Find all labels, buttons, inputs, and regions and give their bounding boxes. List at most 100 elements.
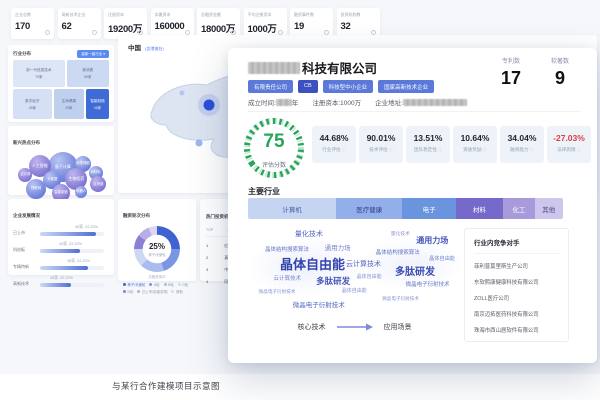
bubble[interactable]: 区块链 — [90, 176, 106, 192]
growth-bar-track — [40, 283, 104, 287]
enterprise-growth-panel: 企业发展情况 已上市 45家, 22.22% 科创板 40家, 22.22% 专… — [8, 199, 114, 275]
metric-value: 90.01% — [359, 133, 403, 143]
donut-chart: 25% 种子/天使轮 — [134, 226, 180, 272]
info-icon[interactable]: ⓘ — [389, 147, 393, 153]
redacted-address — [403, 99, 467, 106]
info-icon[interactable]: ⓘ — [577, 147, 581, 153]
metric-label: 融资能力 ⓘ — [500, 147, 544, 153]
bubble[interactable]: 物联网 — [26, 179, 46, 199]
industry-segment[interactable]: 其他 — [535, 198, 563, 219]
arrow-right-icon — [336, 323, 374, 331]
legend-item: 种子/天使轮 — [123, 282, 145, 287]
stat-value: 32 — [341, 21, 376, 32]
treemap-block[interactable]: 智能制造 11家 — [86, 89, 109, 119]
growth-bar-fill — [40, 249, 80, 253]
cloud-word: 晶体自由能 — [280, 258, 345, 271]
industry-segment[interactable]: 医疗健康 — [336, 198, 402, 219]
treemap-count: 29家 — [65, 105, 72, 110]
metric-box: 13.51% 团队稳定性 ⓘ — [406, 126, 450, 163]
stat-label: 高新技术企业 — [62, 12, 97, 18]
competitor-item[interactable]: ZOLL医疗公司 — [474, 294, 559, 302]
map-scope-link[interactable]: (含港澳台) — [145, 46, 164, 52]
map-dot-minor[interactable] — [180, 91, 185, 96]
info-icon[interactable]: ⓘ — [530, 147, 534, 153]
legend-dot-icon — [137, 290, 140, 293]
legend-item: B轮 — [164, 282, 174, 287]
competitor-item[interactable]: 南京迈拓医药科技有限公司 — [474, 310, 559, 318]
industry-level-dropdown[interactable]: 高新一级行业 ▾ — [77, 50, 109, 58]
treemap-block[interactable]: 生命健康 29家 — [54, 89, 84, 119]
cloud-word: 晶体自由能 — [342, 289, 367, 294]
bubble[interactable]: 机器人 — [75, 186, 87, 198]
map-dot-minor[interactable] — [196, 140, 203, 147]
redacted-year — [276, 99, 292, 106]
competitor-item[interactable]: 东软熙康健康科技有限公司 — [474, 278, 559, 286]
investor-rank: 3 — [206, 267, 208, 273]
legend-item: C轮 — [178, 282, 188, 287]
funding-rounds-panel: 融资轮次分布 25% 种子/天使轮 总融资事件 种子/天使轮 A轮 B轮 C轮 … — [118, 199, 196, 281]
competitor-item[interactable]: 珠海市西山居软件有限公司 — [474, 326, 559, 334]
treemap-row: 数字经济 45家 生命健康 29家 智能制造 11家 — [13, 89, 109, 119]
treemap-label: 生命健康 — [62, 99, 76, 104]
treemap-count: 45家 — [29, 105, 36, 110]
metric-boxes: 44.68% 行业评估 ⓘ 90.01% 技术评估 ⓘ 13.51% 团队稳定性… — [312, 126, 591, 163]
metric-box: 10.64% 资质奖励 ⓘ — [453, 126, 497, 163]
score-label: 评估分数 — [242, 160, 306, 169]
legend-item: D轮 — [123, 289, 133, 294]
info-icon[interactable]: ⓘ — [483, 147, 487, 153]
info-icon[interactable]: ⓘ — [438, 147, 442, 153]
competitor-item[interactable]: 菲利普莫里斯生产公司 — [474, 262, 559, 270]
company-info-row: 成立时间:年 注册资本:1000万 企业地址: — [248, 97, 467, 107]
capital-text: 注册资本:1000万 — [312, 97, 361, 107]
donut-axis-label: 总融资事件 — [123, 274, 191, 279]
legend-dot-icon — [123, 290, 126, 293]
legend-dot-icon — [178, 283, 181, 286]
donut-center-label: 种子/天使轮 — [149, 252, 166, 257]
industry-segment[interactable]: 电子 — [402, 198, 456, 219]
treemap-block[interactable]: 新消费 60家 — [67, 60, 109, 87]
industry-segment[interactable]: 化工 — [503, 198, 535, 219]
growth-bar-value: 26家, 22.22% — [37, 276, 73, 281]
cloud-word: 晶体结构搜索算法 — [376, 251, 420, 257]
treemap-label: 数字经济 — [25, 99, 39, 104]
investor-rank: 4 — [206, 279, 208, 285]
donut-center-value: 25% — [149, 242, 165, 251]
cloud-word: 量化技术 — [391, 233, 410, 238]
metric-value: 44.68% — [312, 133, 356, 143]
treemap-block[interactable]: 数字经济 45家 — [13, 89, 52, 119]
caption: 与某行合作建模项目示意图 — [112, 380, 220, 392]
investor-rank: 1 — [206, 243, 208, 249]
treemap-row: 新一代信息技术 70家 新消费 60家 — [13, 60, 109, 87]
treemap-block[interactable]: 新一代信息技术 70家 — [13, 60, 65, 87]
metric-value: 10.64% — [453, 133, 497, 143]
info-icon[interactable]: ⓘ — [342, 147, 346, 153]
bar-chart: 已上市 45家, 22.22% 科创板 40家, 22.22% 专精特新 38家… — [13, 226, 109, 290]
legend-dot-icon — [123, 283, 126, 286]
metric-value: 13.51% — [406, 133, 450, 143]
stat-label: 融资事件数 — [294, 12, 329, 18]
company-tag: 国家高新技术企业 — [378, 80, 434, 93]
panel-title: 新兴热点分布 — [13, 140, 40, 145]
stat-trend-icon — [45, 30, 50, 35]
growth-bar-row: 科创板 40家, 22.22% — [13, 243, 109, 256]
metric-label: 技术评估 ⓘ — [359, 147, 403, 153]
legend-item: A轮 — [149, 282, 159, 287]
cloud-word: 通用力场 — [325, 246, 351, 253]
metric-label: 法律舆情 ⓘ — [547, 147, 591, 153]
industry-segment[interactable]: 计算机 — [248, 198, 336, 219]
cloud-word: 晶体结构搜索算法 — [265, 248, 309, 254]
company-tag: 有限责任公司 — [248, 80, 293, 93]
legend-item: 已上市/定增/并购 — [137, 289, 167, 294]
bubble-chart: 量子计算 人工智能 新型储能 生物医药 大数据 云计算 新材料 区块链 物联网 … — [13, 152, 109, 206]
company-detail-card: 科技有限公司 专利数 17 软著数 9 有限责任公司CB科技型中小企业国家高新技… — [228, 48, 597, 363]
industry-segment[interactable]: 材料 — [456, 198, 503, 219]
flow-from-label: 核心技术 — [298, 322, 326, 332]
map-dot-major[interactable] — [204, 100, 215, 111]
stat-label: 总融资金额 — [201, 12, 236, 18]
growth-bar-label: 高新技术 — [13, 281, 29, 287]
company-name-suffix: 科技有限公司 — [302, 58, 377, 77]
legend-dot-icon — [171, 290, 174, 293]
treemap-label: 新一代信息技术 — [26, 68, 51, 73]
growth-bar-value: 45家, 22.22% — [62, 225, 98, 230]
treemap-count: 70家 — [35, 74, 42, 79]
